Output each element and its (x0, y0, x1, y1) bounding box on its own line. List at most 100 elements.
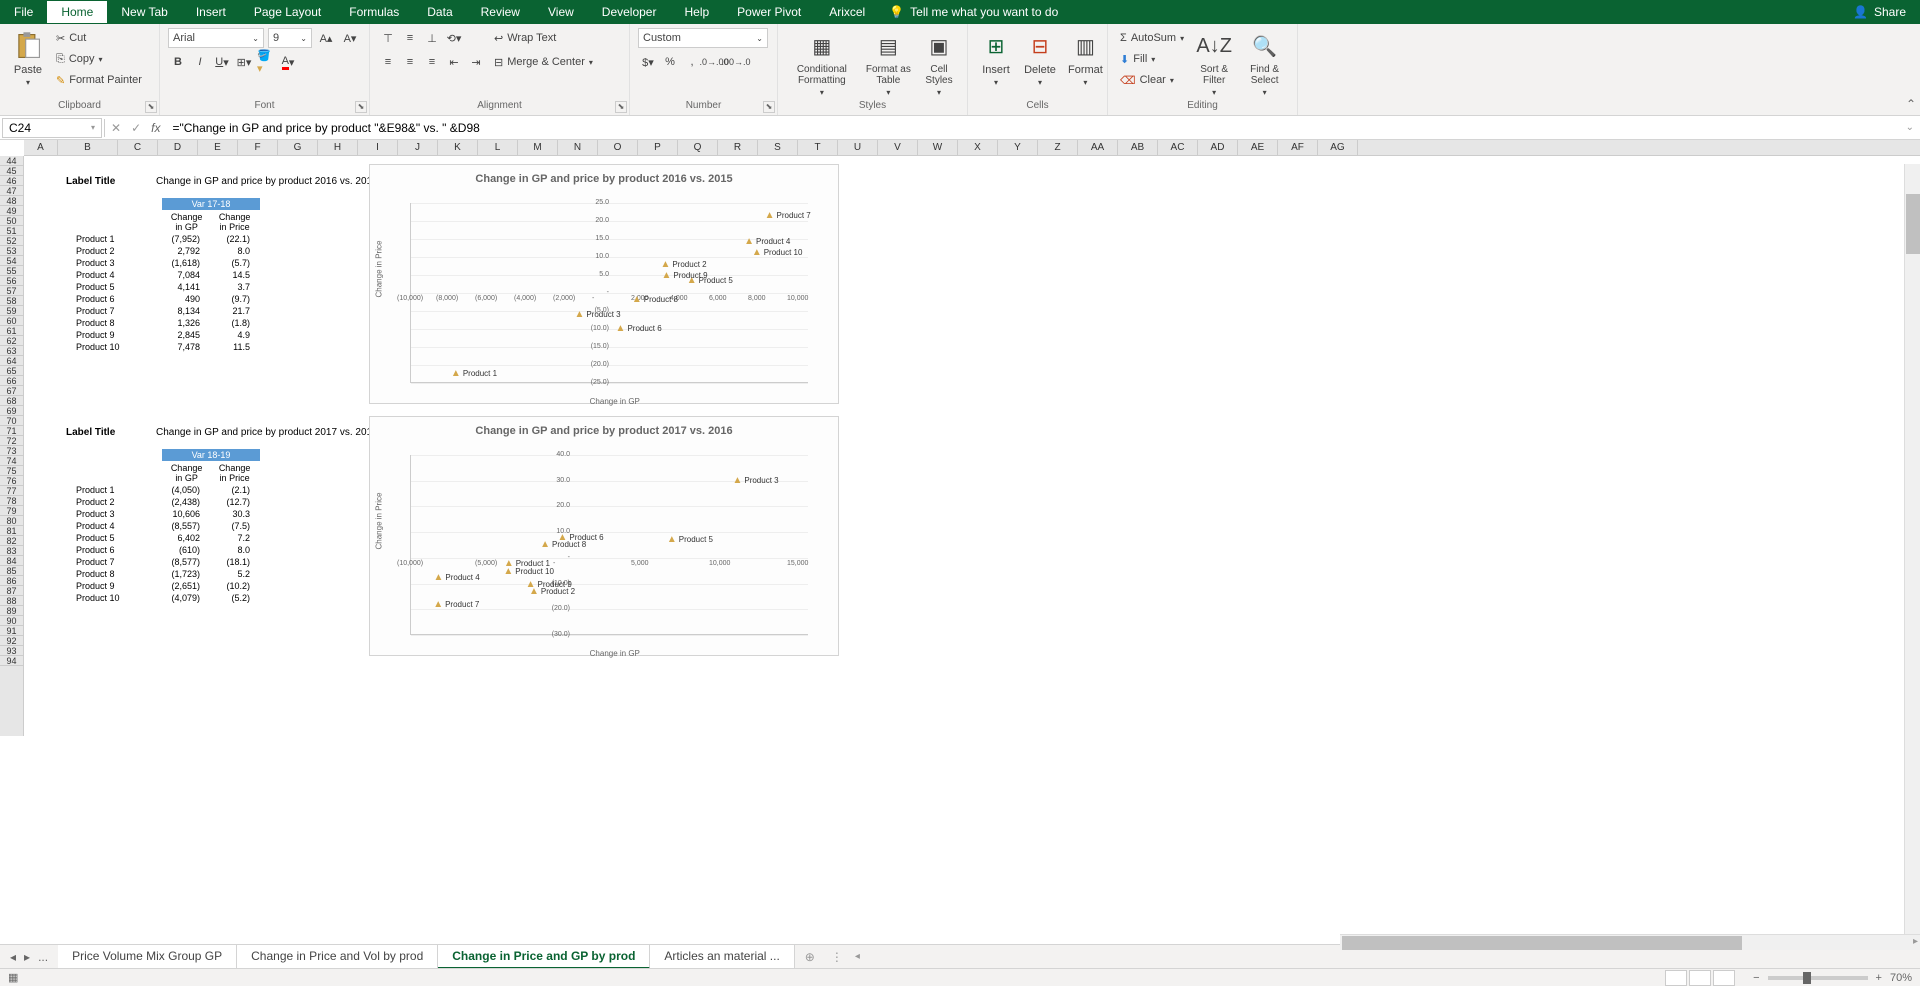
increase-indent-icon[interactable]: ⇥ (466, 52, 486, 72)
fill-button[interactable]: ⬇Fill▾ (1116, 49, 1188, 69)
menu-review[interactable]: Review (467, 1, 534, 23)
expand-formula-icon[interactable]: ⌄ (1900, 122, 1920, 133)
row-header-58[interactable]: 58 (0, 296, 23, 306)
col-header-U[interactable]: U (838, 140, 878, 155)
row-header-89[interactable]: 89 (0, 606, 23, 616)
tab-scroll-right[interactable]: ▸ (1913, 936, 1918, 947)
row-header-70[interactable]: 70 (0, 416, 23, 426)
menu-data[interactable]: Data (413, 1, 466, 23)
zoom-out-button[interactable]: − (1753, 972, 1759, 984)
align-top-icon[interactable]: ⊤ (378, 28, 398, 48)
add-sheet-button[interactable]: ⊕ (795, 950, 825, 964)
col-header-AE[interactable]: AE (1238, 140, 1278, 155)
menu-insert[interactable]: Insert (182, 1, 240, 23)
col-header-L[interactable]: L (478, 140, 518, 155)
align-left-icon[interactable]: ≡ (378, 52, 398, 72)
sheet-tab[interactable]: Articles an material ... (650, 945, 794, 969)
row-header-61[interactable]: 61 (0, 326, 23, 336)
row-header-94[interactable]: 94 (0, 656, 23, 666)
col-header-O[interactable]: O (598, 140, 638, 155)
increase-font-icon[interactable]: A▴ (316, 28, 336, 48)
row-header-72[interactable]: 72 (0, 436, 23, 446)
row-header-92[interactable]: 92 (0, 636, 23, 646)
row-header-84[interactable]: 84 (0, 556, 23, 566)
row-header-86[interactable]: 86 (0, 576, 23, 586)
col-header-W[interactable]: W (918, 140, 958, 155)
chart-2[interactable]: Change in GP and price by product 2017 v… (369, 416, 839, 656)
col-header-AG[interactable]: AG (1318, 140, 1358, 155)
row-header-60[interactable]: 60 (0, 316, 23, 326)
col-header-P[interactable]: P (638, 140, 678, 155)
dialog-launcher-icon[interactable]: ⬊ (145, 101, 157, 113)
name-box[interactable]: C24▾ (2, 118, 102, 138)
fill-color-button[interactable]: 🪣▾ (256, 52, 276, 72)
cancel-icon[interactable]: ✕ (111, 121, 121, 135)
col-header-A[interactable]: A (24, 140, 58, 155)
align-bottom-icon[interactable]: ⊥ (422, 28, 442, 48)
row-header-93[interactable]: 93 (0, 646, 23, 656)
col-header-E[interactable]: E (198, 140, 238, 155)
row-header-50[interactable]: 50 (0, 216, 23, 226)
number-format-select[interactable]: Custom⌄ (638, 28, 768, 48)
zoom-slider[interactable] (1768, 976, 1868, 980)
col-header-N[interactable]: N (558, 140, 598, 155)
cut-button[interactable]: ✂Cut (52, 28, 146, 48)
row-header-69[interactable]: 69 (0, 406, 23, 416)
sheet-tab[interactable]: Price Volume Mix Group GP (58, 945, 237, 969)
scrollbar-thumb[interactable] (1342, 936, 1742, 950)
confirm-icon[interactable]: ✓ (131, 121, 141, 135)
decrease-font-icon[interactable]: A▾ (340, 28, 360, 48)
chart-1[interactable]: Change in GP and price by product 2016 v… (369, 164, 839, 404)
row-header-54[interactable]: 54 (0, 256, 23, 266)
row-header-90[interactable]: 90 (0, 616, 23, 626)
col-header-H[interactable]: H (318, 140, 358, 155)
clear-button[interactable]: ⌫Clear▾ (1116, 70, 1188, 90)
row-header-87[interactable]: 87 (0, 586, 23, 596)
col-header-M[interactable]: M (518, 140, 558, 155)
col-header-V[interactable]: V (878, 140, 918, 155)
row-headers[interactable]: 4445464748495051525354555657585960616263… (0, 156, 24, 736)
row-header-47[interactable]: 47 (0, 186, 23, 196)
row-header-75[interactable]: 75 (0, 466, 23, 476)
formula-input[interactable] (170, 119, 1893, 137)
border-button[interactable]: ⊞▾ (234, 52, 254, 72)
macro-record-icon[interactable]: ▦ (8, 971, 18, 984)
font-name-select[interactable]: Arial⌄ (168, 28, 264, 48)
format-cells-button[interactable]: ▥Format▾ (1064, 28, 1107, 89)
row-header-79[interactable]: 79 (0, 506, 23, 516)
row-header-46[interactable]: 46 (0, 176, 23, 186)
row-header-67[interactable]: 67 (0, 386, 23, 396)
menu-arixcel[interactable]: Arixcel (815, 1, 879, 23)
col-header-Z[interactable]: Z (1038, 140, 1078, 155)
zoom-value[interactable]: 70% (1890, 972, 1912, 984)
align-right-icon[interactable]: ≡ (422, 52, 442, 72)
row-header-49[interactable]: 49 (0, 206, 23, 216)
format-painter-button[interactable]: ✎Format Painter (52, 70, 146, 90)
col-header-AF[interactable]: AF (1278, 140, 1318, 155)
dialog-launcher-icon[interactable]: ⬊ (763, 101, 775, 113)
row-header-57[interactable]: 57 (0, 286, 23, 296)
decrease-decimal-icon[interactable]: .00→.0 (726, 52, 746, 72)
col-header-X[interactable]: X (958, 140, 998, 155)
copy-button[interactable]: ⎘Copy▾ (52, 49, 146, 69)
sort-filter-button[interactable]: A↓ZSort & Filter▾ (1192, 28, 1236, 99)
menu-developer[interactable]: Developer (588, 1, 671, 23)
col-header-AB[interactable]: AB (1118, 140, 1158, 155)
col-header-AD[interactable]: AD (1198, 140, 1238, 155)
menu-page-layout[interactable]: Page Layout (240, 1, 335, 23)
dialog-launcher-icon[interactable]: ⬊ (355, 101, 367, 113)
col-header-I[interactable]: I (358, 140, 398, 155)
scrollbar-thumb[interactable] (1906, 194, 1920, 254)
align-center-icon[interactable]: ≡ (400, 52, 420, 72)
row-header-83[interactable]: 83 (0, 546, 23, 556)
bold-button[interactable]: B (168, 52, 188, 72)
tab-scroll-left[interactable]: ◂ (849, 951, 866, 962)
vertical-scrollbar[interactable] (1904, 164, 1920, 944)
menu-help[interactable]: Help (670, 1, 723, 23)
row-header-74[interactable]: 74 (0, 456, 23, 466)
orientation-icon[interactable]: ⟲▾ (444, 28, 464, 48)
share-button[interactable]: 👤 Share (1839, 5, 1920, 19)
col-header-K[interactable]: K (438, 140, 478, 155)
row-header-44[interactable]: 44 (0, 156, 23, 166)
row-header-51[interactable]: 51 (0, 226, 23, 236)
